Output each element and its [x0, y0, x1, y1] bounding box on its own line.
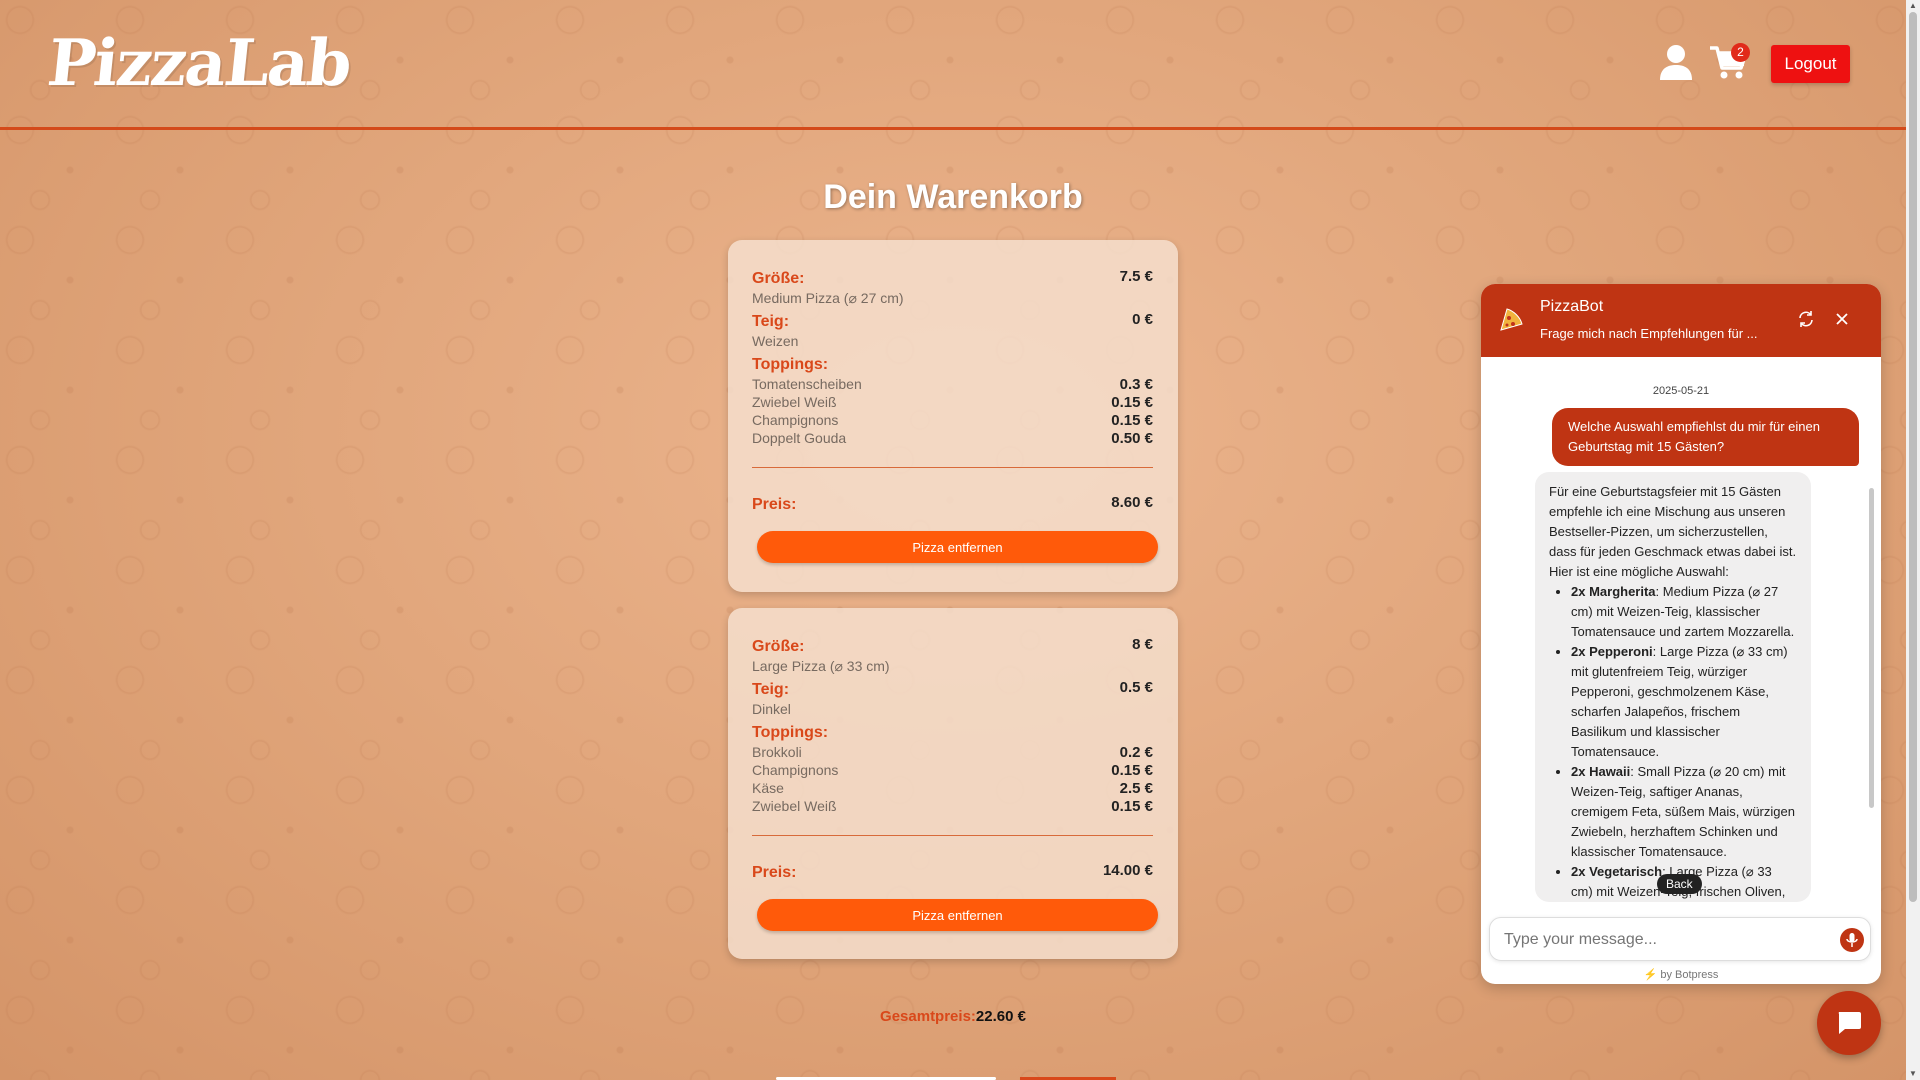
chat-bubble-icon	[1838, 1012, 1861, 1034]
price-label: Preis:	[752, 864, 797, 881]
pizza-avatar-icon	[1500, 308, 1523, 331]
topping-name: Zwiebel Weiß	[752, 798, 837, 814]
cart-item-card: Größe: 8 € Large Pizza (⌀ 33 cm) Teig: 0…	[728, 608, 1178, 959]
list-item-title: 2x Vegetarisch	[1571, 864, 1663, 879]
list-item-title: 2x Pepperoni	[1571, 644, 1653, 659]
dough-label: Teig:	[752, 313, 790, 330]
topping-name: Champignons	[752, 762, 839, 778]
topping-price: 0.3 €	[1119, 376, 1153, 393]
pizzalab-logo[interactable]: PizzaLab	[44, 26, 354, 101]
topping-row: Käse 2.5 €	[752, 780, 1153, 798]
chat-scrollbar[interactable]	[1869, 488, 1874, 808]
chat-widget: PizzaBot Frage mich nach Empfehlungen fü…	[1481, 284, 1881, 984]
back-tooltip[interactable]: Back	[1657, 874, 1702, 894]
topping-price: 0.15 €	[1111, 762, 1153, 779]
topping-row: Brokkoli 0.2 €	[752, 744, 1153, 762]
dough-label: Teig:	[752, 681, 790, 698]
refresh-icon[interactable]	[1797, 310, 1815, 328]
list-item-title: 2x Hawaii	[1571, 764, 1631, 779]
microphone-icon[interactable]	[1840, 928, 1864, 952]
chat-date: 2025-05-21	[1652, 385, 1710, 397]
topping-row: Tomatenscheiben 0.3 €	[752, 376, 1153, 394]
topping-row: Doppelt Gouda 0.50 €	[752, 430, 1153, 448]
top-header: PizzaLab 2 Logout	[0, 0, 1906, 130]
size-value: Medium Pizza (⌀ 27 cm)	[752, 290, 904, 306]
powered-by-label: by Botpress	[1660, 969, 1719, 981]
size-value: Large Pizza (⌀ 33 cm)	[752, 658, 890, 674]
topping-name: Zwiebel Weiß	[752, 394, 837, 410]
user-icon[interactable]	[1659, 44, 1693, 80]
bot-name: PizzaBot	[1540, 298, 1604, 315]
list-item: 2x Pepperoni: Large Pizza (⌀ 33 cm) mit …	[1571, 642, 1797, 762]
page-scrollbar[interactable]: ▲ ▼	[1906, 0, 1920, 1080]
topping-row: Zwiebel Weiß 0.15 €	[752, 798, 1153, 816]
chat-input-box	[1489, 917, 1871, 961]
toppings-label: Toppings:	[752, 724, 829, 741]
bot-message-bubble: Für eine Geburtstagsfeier mit 15 Gästen …	[1535, 472, 1811, 902]
scroll-up-arrow-icon[interactable]: ▲	[1909, 2, 1917, 10]
topping-name: Doppelt Gouda	[752, 430, 847, 446]
divider	[752, 835, 1153, 836]
size-label: Größe:	[752, 270, 805, 287]
remove-pizza-button[interactable]: Pizza entfernen	[757, 531, 1158, 563]
divider	[752, 467, 1153, 468]
topping-price: 0.15 €	[1111, 412, 1153, 429]
dough-value: Weizen	[752, 333, 799, 349]
chat-message-input[interactable]	[1502, 928, 1826, 952]
scroll-down-arrow-icon[interactable]: ▼	[1909, 1070, 1917, 1078]
list-item-title: 2x Margherita	[1571, 584, 1656, 599]
bot-description: Frage mich nach Empfehlungen für ...	[1540, 326, 1758, 341]
size-label: Größe:	[752, 638, 805, 655]
close-icon[interactable]	[1833, 310, 1851, 328]
price-label: Preis:	[752, 496, 797, 513]
topping-price: 0.15 €	[1111, 798, 1153, 815]
list-item: 2x Hawaii: Small Pizza (⌀ 20 cm) mit Wei…	[1571, 762, 1797, 862]
pizza-total-price: 14.00 €	[1102, 862, 1153, 879]
list-item-text: : Large Pizza (⌀ 33 cm) mit glutenfreiem…	[1571, 644, 1788, 759]
pizza-total-price: 8.60 €	[1111, 494, 1153, 511]
dough-value: Dinkel	[752, 701, 791, 717]
topping-price: 0.2 €	[1119, 744, 1153, 761]
bolt-icon: ⚡	[1643, 969, 1658, 981]
topping-row: Champignons 0.15 €	[752, 412, 1153, 430]
size-price: 8 €	[1132, 636, 1153, 653]
topping-price: 0.50 €	[1111, 430, 1153, 447]
list-item: 2x Margherita: Medium Pizza (⌀ 27 cm) mi…	[1571, 582, 1797, 642]
powered-by[interactable]: ⚡ by Botpress	[1481, 968, 1881, 981]
chat-header: PizzaBot Frage mich nach Empfehlungen fü…	[1481, 284, 1881, 357]
topping-price: 0.15 €	[1111, 394, 1153, 411]
page-title: Dein Warenkorb	[823, 178, 1083, 216]
grand-total-label: Gesamtpreis:	[880, 1008, 976, 1025]
dough-price: 0 €	[1132, 311, 1153, 328]
size-price: 7.5 €	[1119, 268, 1153, 285]
topping-name: Brokkoli	[752, 744, 802, 760]
scroll-thumb[interactable]	[1909, 12, 1917, 902]
grand-total: Gesamtpreis:22.60 €	[0, 1008, 1906, 1025]
remove-pizza-button[interactable]: Pizza entfernen	[757, 899, 1158, 931]
toppings-label: Toppings:	[752, 356, 829, 373]
grand-total-value: 22.60 €	[975, 1008, 1026, 1025]
user-message-bubble: Welche Auswahl empfiehlst du mir für ein…	[1552, 408, 1859, 466]
topping-price: 2.5 €	[1119, 780, 1153, 797]
topping-row: Champignons 0.15 €	[752, 762, 1153, 780]
cart-item-card: Größe: 7.5 € Medium Pizza (⌀ 27 cm) Teig…	[728, 240, 1178, 592]
topping-name: Champignons	[752, 412, 839, 428]
bot-message-intro: Für eine Geburtstagsfeier mit 15 Gästen …	[1549, 484, 1797, 579]
dough-price: 0.5 €	[1119, 679, 1153, 696]
topping-name: Tomatenscheiben	[752, 376, 862, 392]
topping-name: Käse	[752, 780, 784, 796]
cart-count-badge: 2	[1731, 43, 1750, 62]
topping-row: Zwiebel Weiß 0.15 €	[752, 394, 1153, 412]
chat-toggle-button[interactable]	[1817, 991, 1881, 1055]
logout-button[interactable]: Logout	[1771, 45, 1850, 83]
